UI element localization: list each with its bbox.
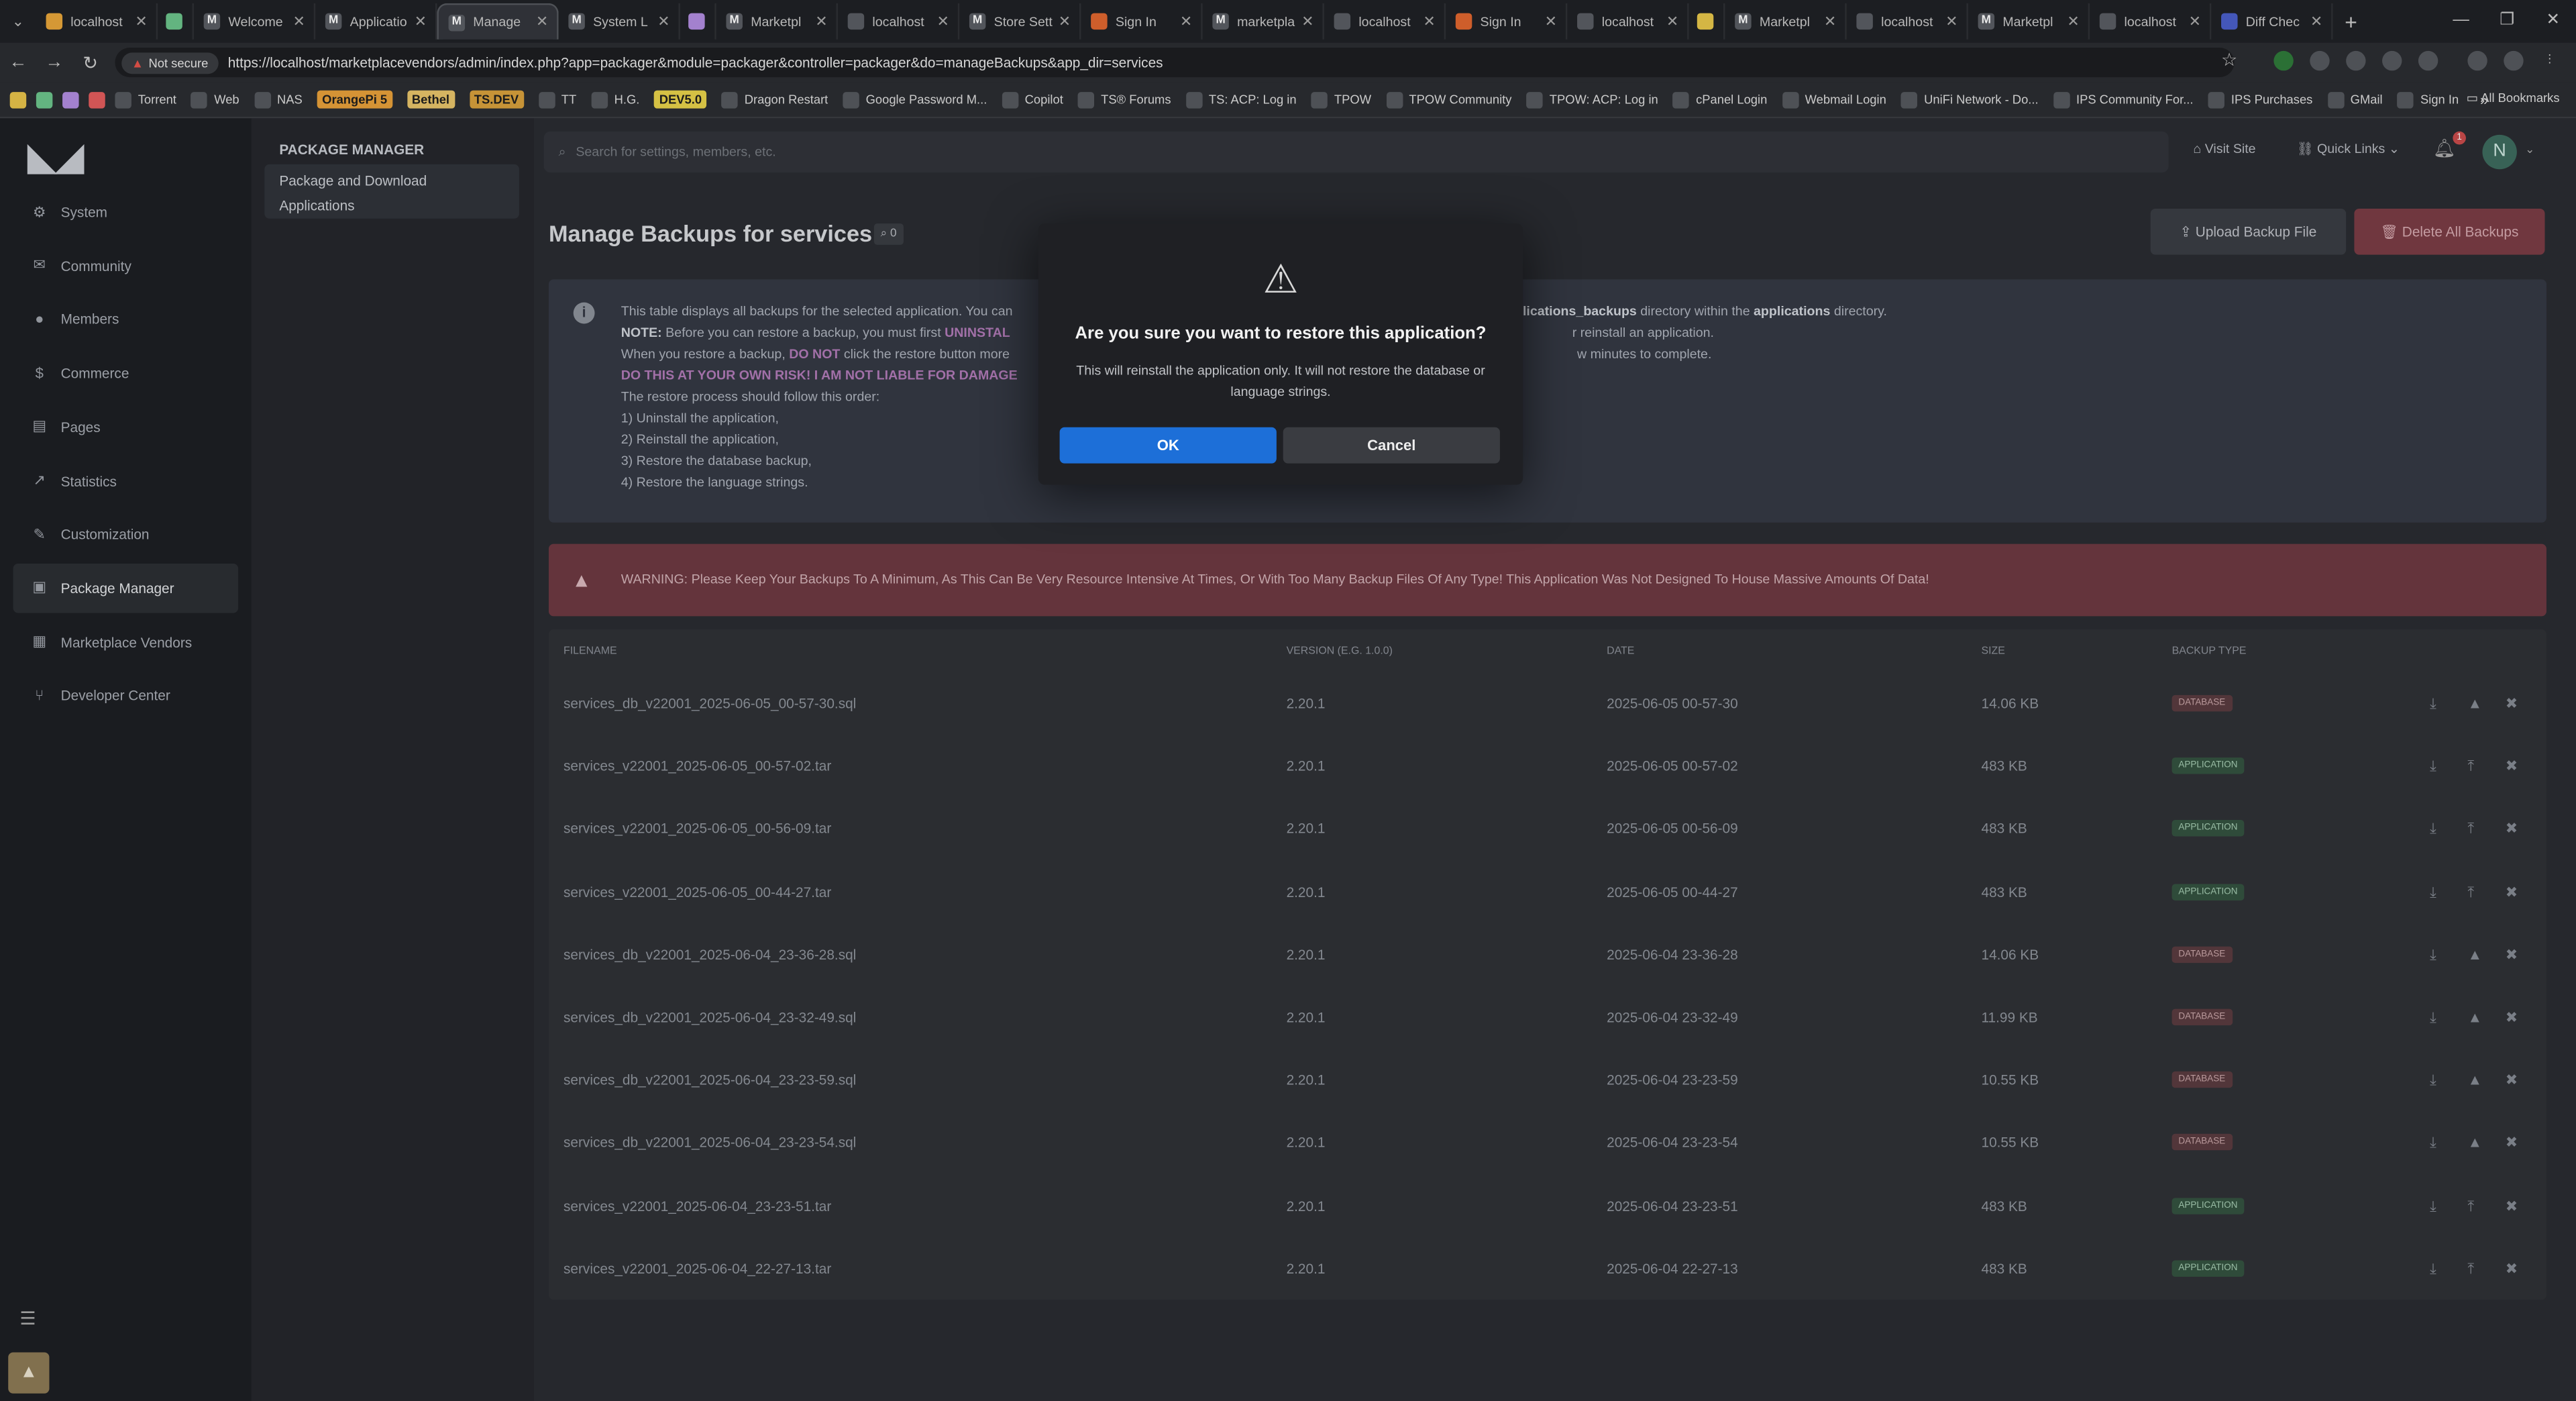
dialog-message: This will reinstall the application only… bbox=[1076, 363, 1485, 400]
cancel-button[interactable]: Cancel bbox=[1283, 427, 1500, 464]
warning-triangle-icon: ⚠︎ bbox=[1263, 258, 1299, 303]
dialog-title: Are you sure you want to restore this ap… bbox=[1075, 323, 1487, 344]
ok-button[interactable]: OK bbox=[1059, 427, 1277, 464]
confirm-restore-dialog: ⚠︎ Are you sure you want to restore this… bbox=[1038, 223, 1523, 485]
modal-backdrop[interactable] bbox=[0, 0, 2576, 1401]
